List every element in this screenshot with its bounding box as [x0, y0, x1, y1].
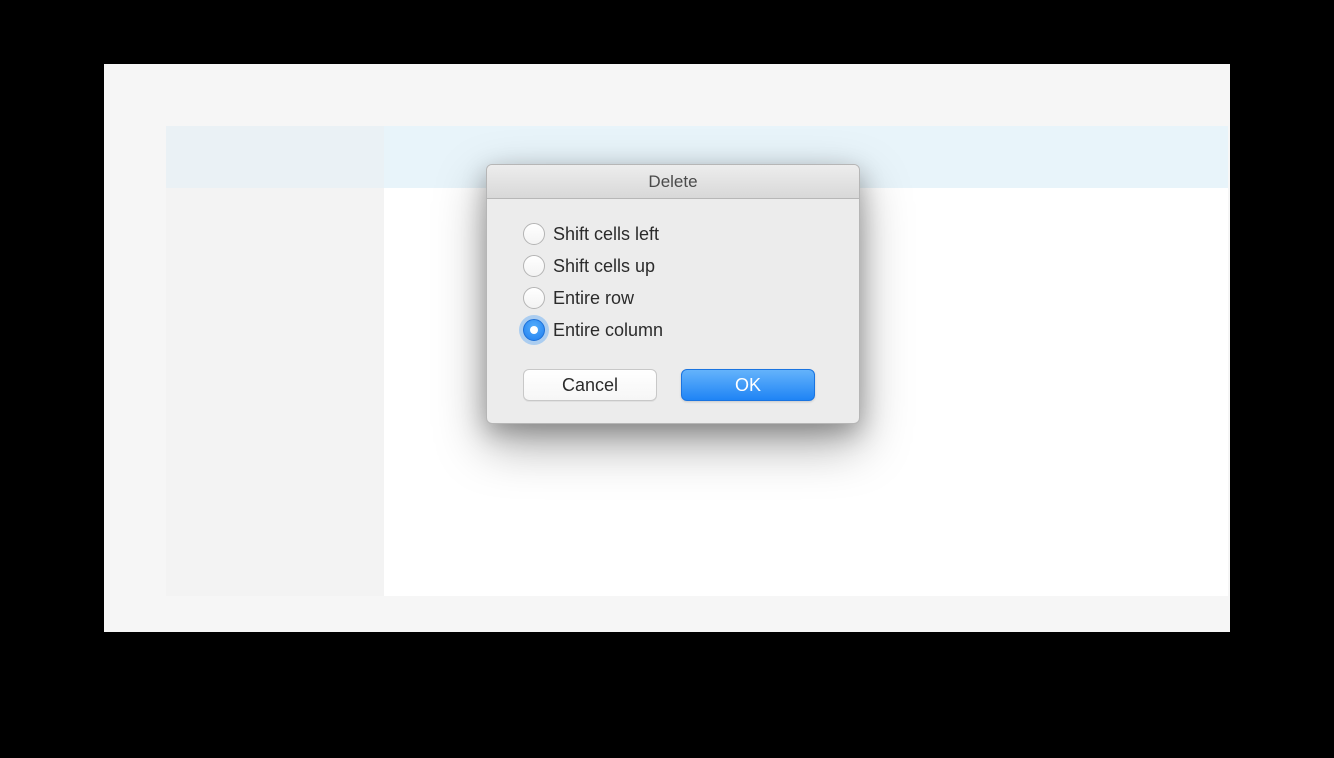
radio-icon: [523, 255, 545, 277]
radio-label: Shift cells left: [553, 224, 659, 245]
ok-button[interactable]: OK: [681, 369, 815, 401]
radio-icon: [523, 223, 545, 245]
radio-shift-cells-up[interactable]: Shift cells up: [523, 255, 831, 277]
radio-label: Entire row: [553, 288, 634, 309]
radio-shift-cells-left[interactable]: Shift cells left: [523, 223, 831, 245]
radio-icon: [523, 287, 545, 309]
radio-entire-column[interactable]: Entire column: [523, 319, 831, 341]
radio-entire-row[interactable]: Entire row: [523, 287, 831, 309]
dialog-body: Shift cells left Shift cells up Entire r…: [487, 199, 859, 423]
spreadsheet-first-column: [166, 126, 384, 596]
dialog-titlebar: Delete: [487, 165, 859, 199]
delete-dialog: Delete Shift cells left Shift cells up E…: [486, 164, 860, 424]
ok-button-label: OK: [735, 375, 761, 396]
spreadsheet-header-corner: [166, 126, 384, 188]
radio-label: Entire column: [553, 320, 663, 341]
cancel-button[interactable]: Cancel: [523, 369, 657, 401]
radio-label: Shift cells up: [553, 256, 655, 277]
dialog-title: Delete: [648, 172, 697, 192]
dialog-button-row: Cancel OK: [523, 369, 831, 401]
delete-radio-group: Shift cells left Shift cells up Entire r…: [523, 223, 831, 341]
radio-icon: [523, 319, 545, 341]
cancel-button-label: Cancel: [562, 375, 618, 396]
